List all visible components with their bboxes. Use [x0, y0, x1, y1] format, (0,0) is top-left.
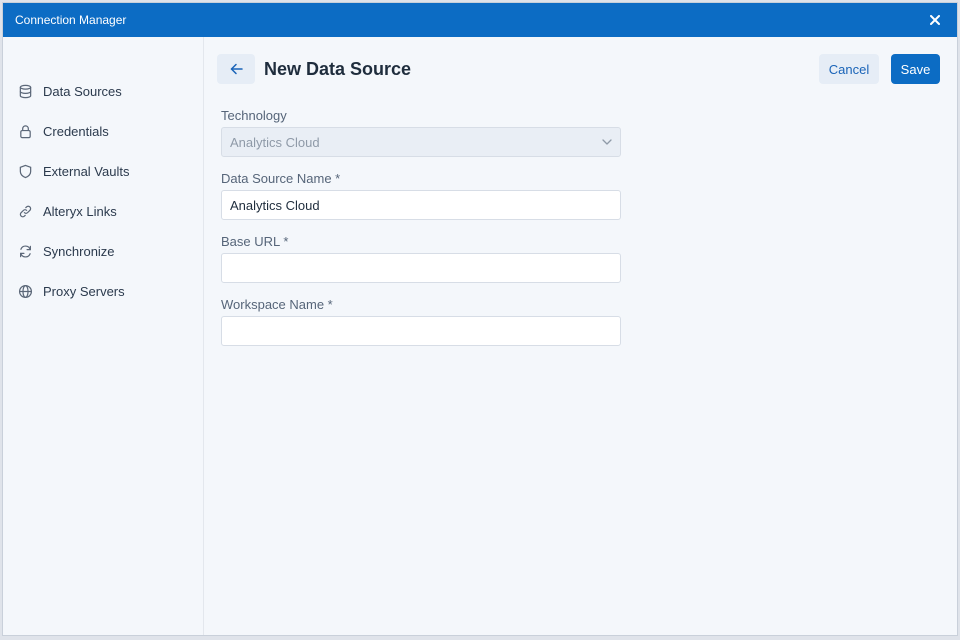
page-header: New Data Source Cancel Save	[217, 54, 940, 84]
close-button[interactable]	[925, 10, 945, 30]
base-url-label: Base URL *	[221, 234, 289, 249]
sidebar-item-alteryx-links[interactable]: Alteryx Links	[3, 191, 203, 231]
sidebar-item-label: External Vaults	[43, 163, 130, 179]
connection-manager-window: Connection Manager Data Sources Credenti…	[2, 2, 958, 636]
page-title: New Data Source	[264, 58, 412, 79]
globe-icon	[17, 283, 33, 299]
sidebar: Data Sources Credentials External Vaults…	[3, 37, 204, 635]
close-icon	[930, 15, 940, 25]
link-icon	[17, 203, 33, 219]
technology-label: Technology	[221, 108, 287, 123]
base-url-field: Base URL *	[221, 234, 621, 283]
data-source-name-field: Data Source Name *	[221, 171, 621, 220]
sidebar-item-external-vaults[interactable]: External Vaults	[3, 151, 203, 191]
data-source-name-label: Data Source Name *	[221, 171, 341, 186]
sidebar-item-synchronize[interactable]: Synchronize	[3, 231, 203, 271]
title-bar: Connection Manager	[3, 3, 957, 37]
technology-select[interactable]: Analytics Cloud	[221, 127, 621, 157]
workspace-name-label: Workspace Name *	[221, 297, 333, 312]
sidebar-item-label: Synchronize	[43, 243, 115, 259]
main-panel: New Data Source Cancel Save Technology A…	[204, 37, 957, 635]
window-title: Connection Manager	[15, 13, 127, 27]
workspace-name-field: Workspace Name *	[221, 297, 621, 346]
data-source-form: Technology Analytics Cloud Data Source N…	[221, 108, 621, 346]
technology-value: Analytics Cloud	[230, 134, 320, 150]
workspace-name-input[interactable]	[221, 316, 621, 346]
save-button[interactable]: Save	[891, 54, 940, 84]
cancel-button[interactable]: Cancel	[819, 54, 879, 84]
back-button[interactable]	[217, 54, 255, 84]
lock-icon	[17, 123, 33, 139]
sidebar-item-label: Data Sources	[43, 83, 122, 99]
technology-field: Technology Analytics Cloud	[221, 108, 621, 157]
sidebar-item-credentials[interactable]: Credentials	[3, 111, 203, 151]
database-icon	[17, 83, 33, 99]
sidebar-item-label: Alteryx Links	[43, 203, 117, 219]
arrow-left-icon	[230, 63, 243, 75]
sidebar-item-data-sources[interactable]: Data Sources	[3, 71, 203, 111]
sync-icon	[17, 243, 33, 259]
data-source-name-input[interactable]	[221, 190, 621, 220]
sidebar-item-proxy-servers[interactable]: Proxy Servers	[3, 271, 203, 311]
chevron-down-icon	[602, 139, 612, 145]
base-url-input[interactable]	[221, 253, 621, 283]
sidebar-item-label: Credentials	[43, 123, 109, 139]
shield-icon	[17, 163, 33, 179]
sidebar-item-label: Proxy Servers	[43, 283, 125, 299]
